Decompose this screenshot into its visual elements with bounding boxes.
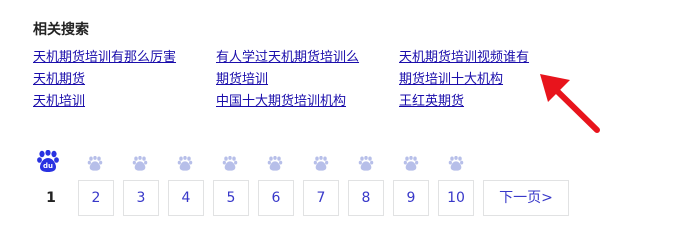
baidu-paw-icon xyxy=(448,156,470,180)
baidu-paw-icon xyxy=(313,156,335,180)
related-link[interactable]: 期货培训 xyxy=(216,69,359,91)
related-link[interactable]: 天机期货培训视频谁有 xyxy=(399,47,529,69)
page-link-8[interactable]: 8 xyxy=(348,180,384,216)
page-link-9[interactable]: 9 xyxy=(393,180,429,216)
baidu-paw-current-icon: du xyxy=(37,150,59,174)
related-link[interactable]: 天机培训 xyxy=(33,91,176,113)
page-link-2[interactable]: 2 xyxy=(78,180,114,216)
page-link-6[interactable]: 6 xyxy=(258,180,294,216)
related-link[interactable]: 中国十大期货培训机构 xyxy=(216,91,359,113)
baidu-paw-icon xyxy=(222,156,244,180)
page-link-3[interactable]: 3 xyxy=(123,180,159,216)
paw-du-label: du xyxy=(43,162,53,170)
related-link[interactable]: 天机期货 xyxy=(33,69,176,91)
red-arrow-icon xyxy=(540,74,600,133)
baidu-paw-icon xyxy=(403,156,425,180)
related-link[interactable]: 有人学过天机期货培训么 xyxy=(216,47,359,69)
next-page-button[interactable]: 下一页> xyxy=(483,180,569,216)
page-link-7[interactable]: 7 xyxy=(303,180,339,216)
baidu-paw-icon xyxy=(358,156,380,180)
related-column-1: 天机期货培训有那么厉害 天机期货 天机培训 xyxy=(33,47,176,113)
baidu-paw-icon xyxy=(87,156,109,180)
page-link-4[interactable]: 4 xyxy=(168,180,204,216)
related-link[interactable]: 天机期货培训有那么厉害 xyxy=(33,47,176,69)
related-column-3: 天机期货培训视频谁有 期货培训十大机构 王红英期货 xyxy=(399,47,529,113)
baidu-paw-icon xyxy=(267,156,289,180)
related-column-2: 有人学过天机期货培训么 期货培训 中国十大期货培训机构 xyxy=(216,47,359,113)
page-link-5[interactable]: 5 xyxy=(213,180,249,216)
related-searches-title: 相关搜索 xyxy=(33,22,89,38)
related-link[interactable]: 期货培训十大机构 xyxy=(399,69,529,91)
related-link[interactable]: 王红英期货 xyxy=(399,91,529,113)
page-link-10[interactable]: 10 xyxy=(438,180,474,216)
baidu-paw-icon xyxy=(132,156,154,180)
page-current: 1 xyxy=(46,190,56,206)
baidu-paw-icon xyxy=(177,156,199,180)
